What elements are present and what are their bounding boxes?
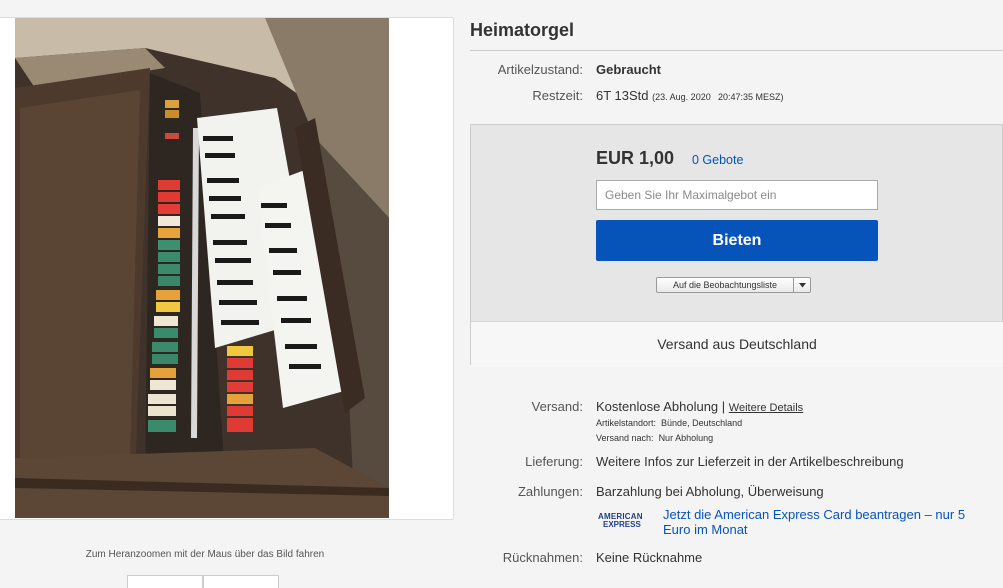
american-express-logo: AMERICAN EXPRESS [598, 513, 652, 529]
time-left-label: Restzeit: [532, 88, 583, 103]
image-panel [0, 17, 454, 520]
zoom-hint: Zum Heranzoomen mit der Maus über das Bi… [85, 549, 325, 560]
amex-promo-link[interactable]: Jetzt die American Express Card beantrag… [663, 507, 981, 537]
shipping-separator: | [721, 399, 726, 414]
delivery-label: Lieferung: [525, 454, 583, 469]
place-bid-button[interactable]: Bieten [596, 220, 878, 261]
item-location-value: Bünde, Deutschland [661, 418, 743, 428]
item-location-label: Artikelstandort: [596, 418, 657, 428]
thumbnail-prev[interactable] [127, 575, 203, 588]
end-date: (23. Aug. 2020 [652, 92, 711, 102]
bid-count-link[interactable]: 0 Gebote [692, 153, 743, 167]
thumbnail-next[interactable] [203, 575, 279, 588]
returns-label: Rücknahmen: [502, 550, 583, 565]
watchlist-label[interactable]: Auf die Beobachtungsliste [657, 278, 793, 292]
payment-value: Barzahlung bei Abholung, Überweisung [596, 484, 824, 499]
time-left: 6T 13Std (23. Aug. 2020 20:47:35 MESZ) [596, 88, 783, 103]
ships-to: Versand nach: Nur Abholung [596, 433, 713, 443]
ships-to-value: Nur Abholung [658, 433, 714, 443]
shipping-value-row: Kostenlose Abholung | Weitere Details [596, 399, 803, 414]
ships-to-label: Versand nach: [596, 433, 654, 443]
amex-logo-line2: EXPRESS [603, 520, 641, 529]
delivery-value: Weitere Infos zur Lieferzeit in der Arti… [596, 454, 904, 469]
more-details-link[interactable]: Weitere Details [729, 402, 803, 414]
ships-from-banner: Versand aus Deutschland [471, 321, 1003, 367]
max-bid-input[interactable] [596, 180, 878, 210]
end-time: 20:47:35 MESZ) [717, 92, 784, 102]
time-left-value: 6T 13Std [596, 88, 649, 103]
condition-value: Gebraucht [596, 62, 662, 77]
add-to-watchlist-button[interactable]: Auf die Beobachtungsliste [656, 277, 811, 293]
shipping-value: Kostenlose Abholung [596, 399, 719, 414]
divider [470, 50, 1003, 51]
shipping-label: Versand: [531, 399, 583, 414]
returns-value: Keine Rücknahme [596, 550, 703, 565]
item-title: Heimatorgel [470, 20, 575, 40]
payment-label: Zahlungen: [517, 484, 583, 499]
main-product-image[interactable] [15, 18, 389, 518]
current-price: EUR 1,00 [596, 148, 675, 168]
item-location: Artikelstandort: Bünde, Deutschland [596, 418, 742, 428]
chevron-down-icon[interactable] [794, 278, 810, 292]
condition-label: Artikelzustand: [497, 62, 583, 77]
